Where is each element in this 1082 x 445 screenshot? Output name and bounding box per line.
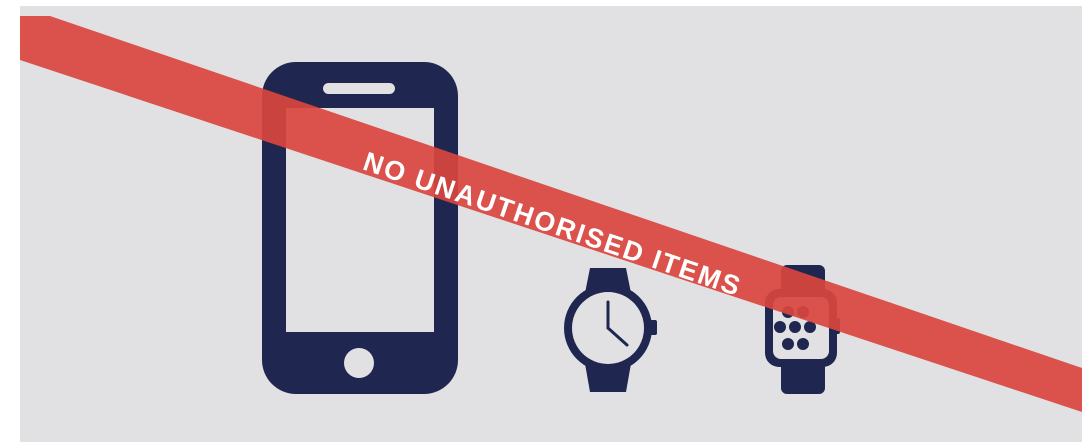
notice-illustration: NO UNAUTHORISED ITEMS [20,16,1082,412]
prohibition-banner: NO UNAUTHORISED ITEMS [20,16,1082,412]
wristwatch-icon [564,268,657,392]
